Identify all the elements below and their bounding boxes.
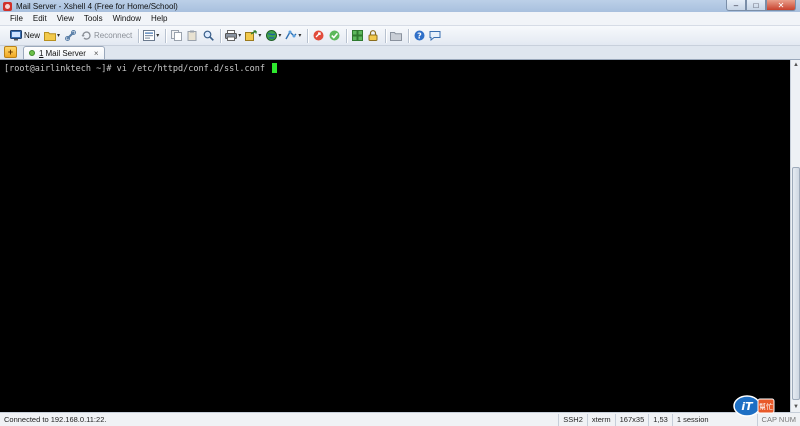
status-bar: Connected to 192.168.0.11:22. SSH2 xterm… [0,412,800,426]
printer-icon [225,30,238,42]
reconnect-button[interactable]: Reconnect [80,28,132,44]
maximize-button[interactable]: □ [746,0,766,11]
new-session-button[interactable]: New [10,28,40,44]
print-caret[interactable]: ▾ [238,32,241,39]
scroll-thumb[interactable] [792,167,800,400]
xmanager-button[interactable] [328,28,340,44]
menu-window[interactable]: Window [113,14,141,23]
tab-close-icon[interactable]: × [94,49,99,58]
search-icon [202,30,214,42]
toolbar-separator [385,28,387,43]
new-session-icon [10,30,22,42]
transfer-caret[interactable]: ▾ [258,32,261,39]
terminal-area[interactable]: [root@airlinktech ~]# vi /etc/httpd/conf… [0,60,790,412]
toolbar-separator [346,28,348,43]
reconnect-icon [80,30,92,42]
toolbar: New ▾ Reconnect ▾ ▾ ▾ ▾ ▾ ? [0,26,800,46]
minimize-button[interactable]: – [726,0,746,11]
terminal-size-status: 167x35 [614,413,649,426]
shell-prompt: [root@airlinktech ~]# [4,64,117,74]
menu-file[interactable]: File [10,14,23,23]
protocol-status: SSH2 [558,413,587,426]
session-folder-button[interactable] [390,28,403,44]
connection-status: Connected to 192.168.0.11:22. [4,415,107,424]
toolbar-separator [138,28,140,43]
menu-help[interactable]: Help [151,14,167,23]
layout-button[interactable] [351,28,363,44]
terminal-cursor [272,63,278,73]
help-button[interactable]: ? [413,28,425,44]
scroll-down-arrow[interactable]: ▼ [791,402,800,412]
watermark-text: iT [741,400,754,413]
typed-command: vi /etc/httpd/conf.d/ssl.conf [116,64,271,74]
new-session-label: New [24,31,41,40]
toolbar-separator [307,28,309,43]
lock-icon [367,30,379,42]
toolbar-separator [220,28,222,43]
open-folder-button[interactable]: ▾ [44,28,60,44]
menu-view[interactable]: View [57,14,74,23]
tab-mail-server[interactable]: 1 Mail Server × [23,46,105,59]
checkmark-icon [328,30,340,42]
menu-edit[interactable]: Edit [33,14,47,23]
toolbar-separator [165,28,167,43]
properties-caret[interactable]: ▾ [156,32,159,39]
svg-text:?: ? [417,31,422,40]
terminal-scrollbar[interactable]: ▲ ▼ [790,60,800,412]
transfer-button[interactable]: ▾ [245,28,261,44]
connect-button[interactable] [64,28,76,44]
ithome-watermark-logo: iT 幫忙 [733,395,775,417]
terminal-type-status: xterm [586,413,615,426]
tunnel-caret[interactable]: ▾ [298,32,301,39]
xftp-icon [312,30,324,42]
window-controls: – □ ✕ [726,0,796,11]
globe-button[interactable]: ▾ [265,28,281,44]
globe-caret[interactable]: ▾ [278,32,281,39]
scroll-up-arrow[interactable]: ▲ [791,60,800,70]
link-icon [64,30,76,42]
open-caret[interactable]: ▾ [57,32,60,39]
window-title: Mail Server - Xshell 4 (Free for Home/Sc… [16,1,178,11]
tunnel-button[interactable]: ▾ [285,28,301,44]
folder-icon [44,30,57,42]
menu-tools[interactable]: Tools [84,14,103,23]
globe-icon [265,30,277,42]
xftp-button[interactable] [312,28,324,44]
chat-bubble-icon [429,30,441,42]
paste-icon [186,30,198,42]
copy-icon [170,30,182,42]
chat-button[interactable] [429,28,441,44]
tab-number: 1 [39,48,44,58]
connected-status-icon [29,50,35,56]
paste-button[interactable] [186,28,198,44]
watermark-subtext: 幫忙 [759,402,773,411]
cursor-position-status: 1,53 [648,413,672,426]
grid-icon [351,30,363,42]
file-transfer-icon [245,30,257,42]
toolbar-separator [408,28,410,43]
properties-button[interactable]: ▾ [143,28,159,44]
title-bar: Mail Server - Xshell 4 (Free for Home/Sc… [0,0,800,12]
reconnect-label: Reconnect [94,31,133,40]
xshell-app-icon[interactable] [3,1,12,11]
close-button[interactable]: ✕ [766,0,796,11]
network-icon [285,30,297,42]
tab-label: Mail Server [45,48,86,58]
lock-button[interactable] [367,28,379,44]
print-button[interactable]: ▾ [225,28,241,44]
copy-button[interactable] [170,28,182,44]
new-tab-button[interactable]: + [4,46,17,58]
help-icon: ? [413,30,425,42]
session-tab-bar: + 1 Mail Server × [0,46,800,60]
find-button[interactable] [202,28,214,44]
properties-icon [143,30,156,42]
menu-bar: File Edit View Tools Window Help [0,12,800,26]
folder-icon [390,30,403,42]
